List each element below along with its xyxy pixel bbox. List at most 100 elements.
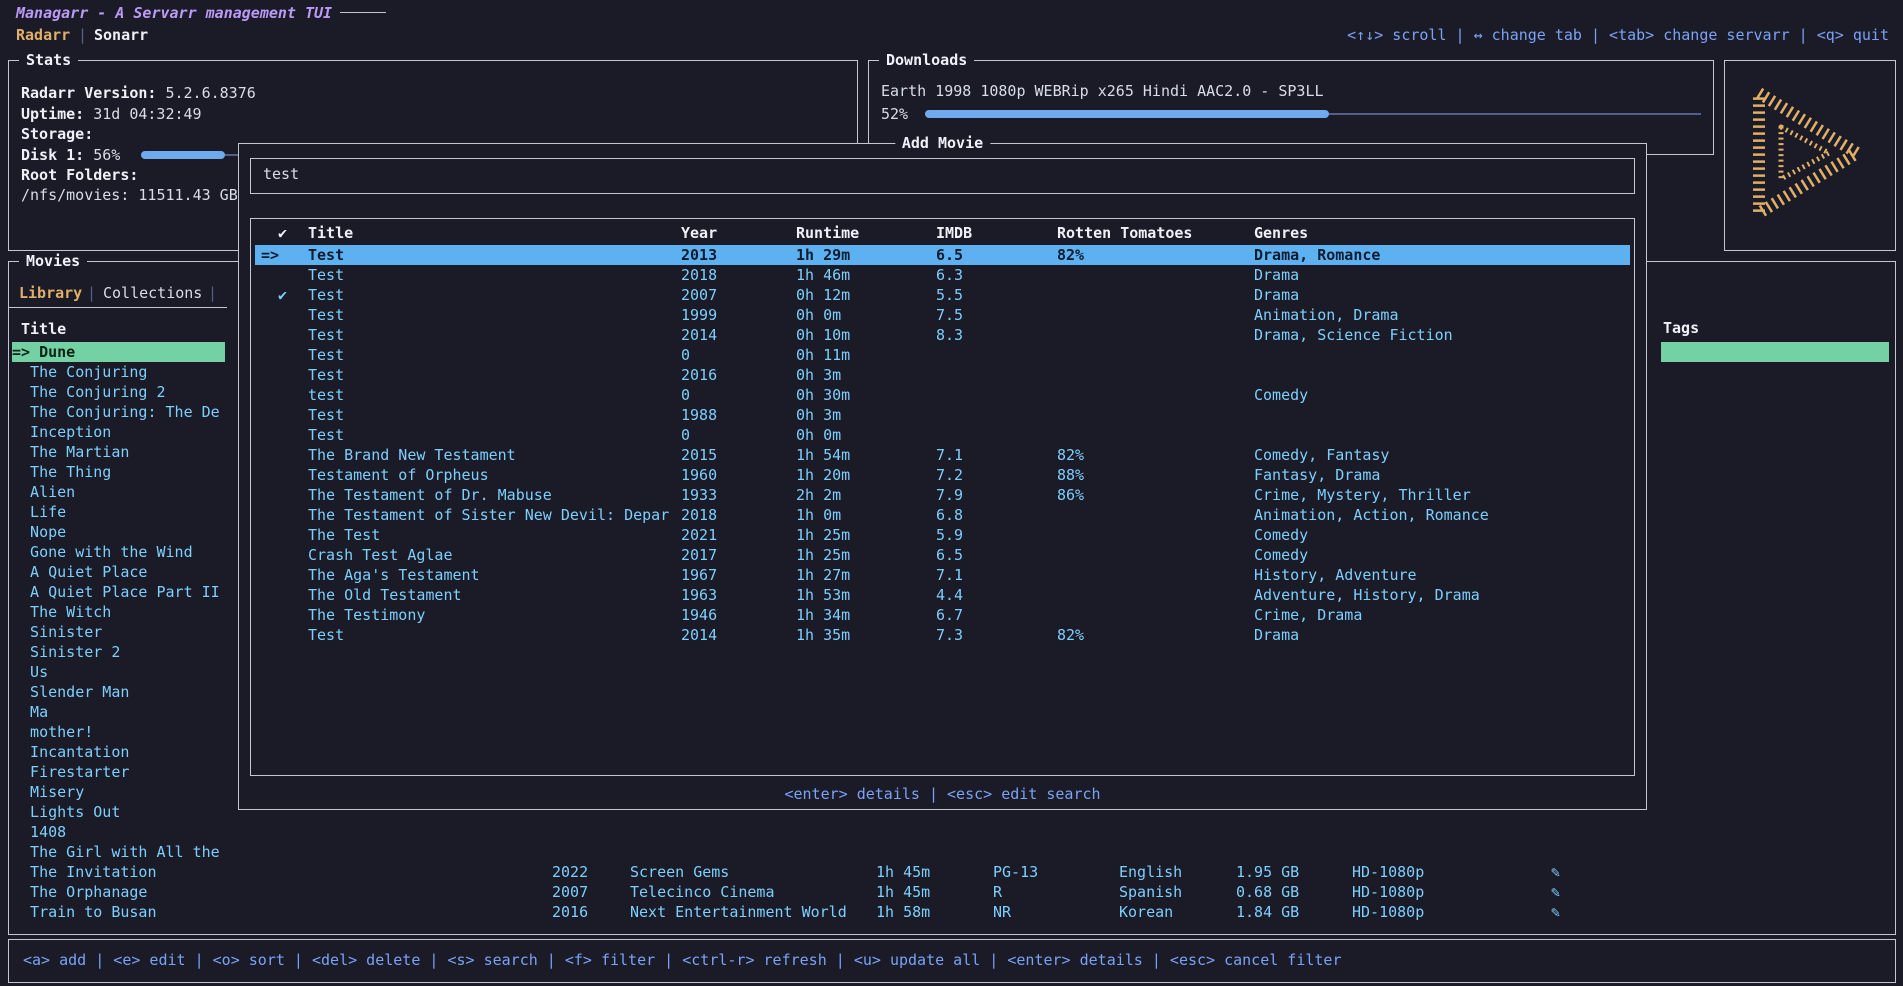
- library-item[interactable]: Misery: [12, 782, 225, 802]
- search-result-row[interactable]: ✔Test20070h 12m5.5Drama: [255, 285, 1630, 305]
- search-result-row[interactable]: Test20160h 3m: [255, 365, 1630, 385]
- library-item[interactable]: Lights Out: [12, 802, 225, 822]
- gauge-fill: [141, 151, 225, 159]
- library-item[interactable]: Incantation: [12, 742, 225, 762]
- cell-rt: 86%: [1057, 485, 1084, 505]
- library-item[interactable]: mother!: [12, 722, 225, 742]
- search-result-row[interactable]: test00h 30mComedy: [255, 385, 1630, 405]
- library-item[interactable]: Gone with the Wind: [12, 542, 225, 562]
- cell-year: 2007: [681, 285, 717, 305]
- tab-sonarr[interactable]: Sonarr: [94, 25, 148, 45]
- search-result-row[interactable]: The Testament of Dr. Mabuse19332h 2m7.98…: [255, 485, 1630, 505]
- cell-imdb: 5.5: [936, 285, 963, 305]
- library-item[interactable]: => Dune: [12, 342, 225, 362]
- library-item[interactable]: A Quiet Place Part II: [12, 582, 225, 602]
- movie-search-input[interactable]: [261, 164, 1625, 184]
- search-result-row[interactable]: The Old Testament19631h 53m4.4Adventure,…: [255, 585, 1630, 605]
- cell-year: 2018: [681, 505, 717, 525]
- check-icon: ✔: [278, 285, 287, 305]
- cell-year: 0: [681, 385, 690, 405]
- cell-cert: NR: [993, 902, 1011, 922]
- search-result-row[interactable]: Test20181h 46m6.3Drama: [255, 265, 1630, 285]
- library-item[interactable]: Life: [12, 502, 225, 522]
- library-item[interactable]: The Thing: [12, 462, 225, 482]
- selected-row-marker: =>: [261, 245, 279, 265]
- search-result-row[interactable]: The Testimony19461h 34m6.7Crime, Drama: [255, 605, 1630, 625]
- library-item[interactable]: Sinister 2: [12, 642, 225, 662]
- cell-year: 2007: [552, 882, 588, 902]
- cell-runtime: 1h 45m: [876, 882, 930, 902]
- cell-genres: Comedy: [1254, 545, 1308, 565]
- library-item[interactable]: Nope: [12, 522, 225, 542]
- movies-table-rows: 2022Screen Gems1h 45mPG-13English1.95 GB…: [0, 862, 1903, 924]
- cell-runtime: 1h 29m: [796, 245, 850, 265]
- cell-title: The Testament of Dr. Mabuse: [308, 485, 552, 505]
- library-item[interactable]: 1408: [12, 822, 225, 842]
- search-result-row[interactable]: Test00h 11m: [255, 345, 1630, 365]
- tab-collections[interactable]: Collections: [103, 283, 202, 303]
- managarr-play-logo-icon: [1751, 87, 1871, 219]
- search-result-row[interactable]: Testament of Orpheus19601h 20m7.288%Fant…: [255, 465, 1630, 485]
- cell-language: Korean: [1119, 902, 1173, 922]
- tags-cell-selected[interactable]: [1661, 342, 1889, 362]
- movies-table-row[interactable]: 2007Telecinco Cinema1h 45mRSpanish0.68 G…: [0, 882, 1903, 902]
- cell-title: test: [308, 385, 344, 405]
- library-item[interactable]: Firestarter: [12, 762, 225, 782]
- add-movie-modal-title: Add Movie: [895, 133, 990, 153]
- search-result-row[interactable]: Test19990h 0m7.5Animation, Drama: [255, 305, 1630, 325]
- downloads-panel-title: Downloads: [879, 50, 974, 70]
- library-item[interactable]: Slender Man: [12, 682, 225, 702]
- search-result-row[interactable]: The Testament of Sister New Devil: Depar…: [255, 505, 1630, 525]
- cell-title: Testament of Orpheus: [308, 465, 489, 485]
- library-item[interactable]: The Witch: [12, 602, 225, 622]
- search-results-table: ✔TitleYearRuntimeIMDBRotten TomatoesGenr…: [250, 218, 1635, 776]
- tabs-underline: [9, 307, 227, 308]
- cell-runtime: 1h 20m: [796, 465, 850, 485]
- stats-panel-title: Stats: [19, 50, 78, 70]
- movies-table-row[interactable]: 2016Next Entertainment World1h 58mNRKore…: [0, 902, 1903, 922]
- library-item[interactable]: Us: [12, 662, 225, 682]
- cell-year: 2017: [681, 545, 717, 565]
- cell-imdb: 6.3: [936, 265, 963, 285]
- pencil-icon: ✎: [1551, 882, 1560, 902]
- cell-runtime: 1h 35m: [796, 625, 850, 645]
- library-item[interactable]: Sinister: [12, 622, 225, 642]
- library-item[interactable]: The Martian: [12, 442, 225, 462]
- cell-imdb: 6.5: [936, 545, 963, 565]
- cell-title: Test: [308, 625, 344, 645]
- search-result-row[interactable]: The Brand New Testament20151h 54m7.182%C…: [255, 445, 1630, 465]
- tab-radarr[interactable]: Radarr: [16, 25, 70, 45]
- cell-genres: History, Adventure: [1254, 565, 1417, 585]
- cell-imdb: 7.3: [936, 625, 963, 645]
- library-item[interactable]: The Conjuring 2: [12, 382, 225, 402]
- library-item[interactable]: Ma: [12, 702, 225, 722]
- cell-imdb: 6.5: [936, 245, 963, 265]
- tags-column-header: Tags: [1663, 318, 1699, 338]
- library-item[interactable]: Inception: [12, 422, 225, 442]
- cell-year: 1933: [681, 485, 717, 505]
- library-item[interactable]: The Conjuring: The De: [12, 402, 225, 422]
- search-result-row[interactable]: Test00h 0m: [255, 425, 1630, 445]
- search-result-row[interactable]: The Aga's Testament19671h 27m7.1History,…: [255, 565, 1630, 585]
- search-result-row[interactable]: Test19880h 3m: [255, 405, 1630, 425]
- library-item[interactable]: A Quiet Place: [12, 562, 225, 582]
- tab-divider: |: [78, 25, 87, 45]
- cell-year: 2021: [681, 525, 717, 545]
- stats-rootfolders-label: Root Folders:: [21, 165, 138, 185]
- search-result-row[interactable]: Test20141h 35m7.382%Drama: [255, 625, 1630, 645]
- search-result-row[interactable]: Crash Test Aglae20171h 25m6.5Comedy: [255, 545, 1630, 565]
- movies-table-row[interactable]: 2022Screen Gems1h 45mPG-13English1.95 GB…: [0, 862, 1903, 882]
- stats-disk-line: Disk 1:56%: [21, 145, 120, 165]
- library-item[interactable]: The Girl with All the: [12, 842, 225, 862]
- search-result-row[interactable]: =>Test20131h 29m6.582%Drama, Romance: [255, 245, 1630, 265]
- search-result-row[interactable]: The Test20211h 25m5.9Comedy: [255, 525, 1630, 545]
- library-item[interactable]: The Conjuring: [12, 362, 225, 382]
- search-result-row[interactable]: Test20140h 10m8.3Drama, Science Fiction: [255, 325, 1630, 345]
- column-header: Year: [681, 223, 717, 243]
- tab-library[interactable]: Library: [19, 283, 82, 303]
- cell-genres: Drama: [1254, 625, 1299, 645]
- bottom-keybar: <a> add | <e> edit | <o> sort | <del> de…: [8, 939, 1896, 983]
- column-header: Runtime: [796, 223, 859, 243]
- cell-year: 0: [681, 345, 690, 365]
- library-item[interactable]: Alien: [12, 482, 225, 502]
